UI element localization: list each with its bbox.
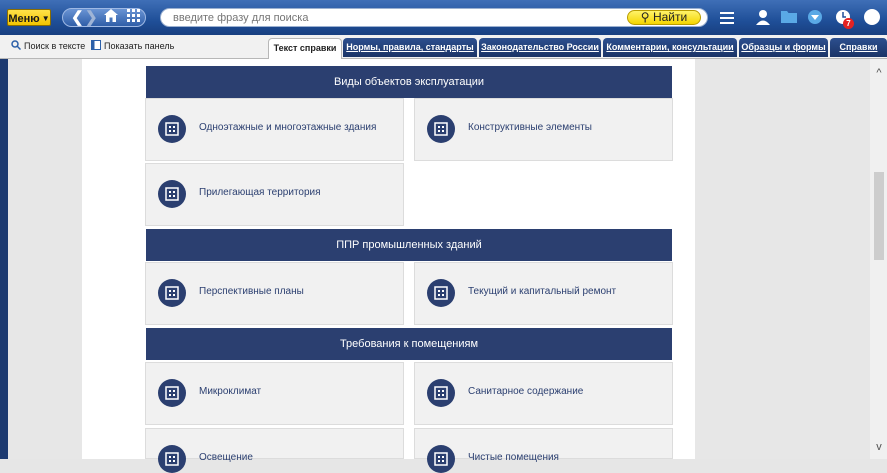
category-card[interactable]: Перспективные планы <box>145 262 404 325</box>
building-icon <box>427 279 455 307</box>
scrollbar-thumb[interactable] <box>874 172 884 260</box>
grid-icon[interactable] <box>125 9 141 26</box>
card-label: Одноэтажные и многоэтажные здания <box>199 122 377 133</box>
magnifier-icon <box>11 40 22 51</box>
top-toolbar: Меню▼ ❮ ❯ ⚲ Найти 7 <box>0 0 887 35</box>
notification-badge: 7 <box>843 18 854 29</box>
card-label: Текущий и капитальный ремонт <box>468 286 617 297</box>
menu-button[interactable]: Меню ▼ <box>7 9 51 26</box>
tab-help-text[interactable]: Текст справки <box>268 38 342 59</box>
home-icon[interactable] <box>103 9 119 26</box>
card-label: Освещение <box>199 452 253 463</box>
panel-icon <box>91 40 101 50</box>
category-card[interactable]: Конструктивные элементы <box>414 98 673 161</box>
find-label: Найти <box>652 10 688 24</box>
card-label: Конструктивные элементы <box>468 122 592 133</box>
download-icon[interactable] <box>807 9 825 26</box>
vertical-scrollbar[interactable]: ^ v <box>870 59 887 459</box>
folder-icon[interactable] <box>781 9 799 26</box>
building-icon <box>158 445 186 473</box>
section-header: Виды объектов эксплуатации <box>146 66 672 98</box>
help-icon[interactable] <box>864 9 882 26</box>
building-icon <box>158 279 186 307</box>
left-panel-strip <box>0 59 8 459</box>
caret-down-icon: ▼ <box>41 14 50 23</box>
card-label: Прилегающая территория <box>199 187 321 198</box>
tab-norms[interactable]: Нормы, правила, стандарты <box>343 38 477 57</box>
navigation-group: ❮ ❯ <box>62 8 146 27</box>
search-in-text-link[interactable]: Поиск в тексте <box>11 40 85 52</box>
search-box: ⚲ Найти <box>160 8 708 27</box>
building-icon <box>158 180 186 208</box>
show-panel-label: Показать панель <box>104 41 175 51</box>
forward-arrow-icon[interactable]: ❯ <box>85 9 98 26</box>
tab-references[interactable]: Справки <box>830 38 887 57</box>
building-icon <box>158 115 186 143</box>
building-icon <box>427 445 455 473</box>
scroll-down-icon[interactable]: v <box>873 441 885 453</box>
tab-legislation[interactable]: Законодательство России <box>479 38 601 57</box>
tab-comments[interactable]: Комментарии, консультации <box>603 38 737 57</box>
category-card[interactable]: Микроклимат <box>145 362 404 425</box>
user-icon[interactable] <box>755 9 773 26</box>
scroll-up-icon[interactable]: ^ <box>873 67 885 79</box>
category-card[interactable]: Освещение <box>145 428 404 473</box>
category-card[interactable]: Одноэтажные и многоэтажные здания <box>145 98 404 161</box>
hamburger-menu-icon[interactable] <box>718 9 736 26</box>
card-label: Санитарное содержание <box>468 386 584 397</box>
show-panel-link[interactable]: Показать панель <box>91 40 174 52</box>
menu-label: Меню <box>8 13 40 25</box>
card-label: Микроклимат <box>199 386 262 397</box>
building-icon <box>427 379 455 407</box>
category-card[interactable]: Санитарное содержание <box>414 362 673 425</box>
search-icon: ⚲ <box>640 10 650 24</box>
card-label: Чистые помещения <box>468 452 559 463</box>
building-icon <box>158 379 186 407</box>
card-label: Перспективные планы <box>199 286 304 297</box>
search-in-text-label: Поиск в тексте <box>24 41 86 51</box>
category-card[interactable]: Текущий и капитальный ремонт <box>414 262 673 325</box>
category-card[interactable]: Чистые помещения <box>414 428 673 473</box>
category-card[interactable]: Прилегающая территория <box>145 163 404 226</box>
building-icon <box>427 115 455 143</box>
section-header: ППР промышленных зданий <box>146 229 672 261</box>
section-header: Требования к помещениям <box>146 328 672 360</box>
search-input[interactable] <box>173 10 613 25</box>
find-button[interactable]: ⚲ Найти <box>627 10 701 25</box>
back-arrow-icon[interactable]: ❮ <box>71 9 84 26</box>
tab-samples[interactable]: Образцы и формы <box>739 38 828 57</box>
